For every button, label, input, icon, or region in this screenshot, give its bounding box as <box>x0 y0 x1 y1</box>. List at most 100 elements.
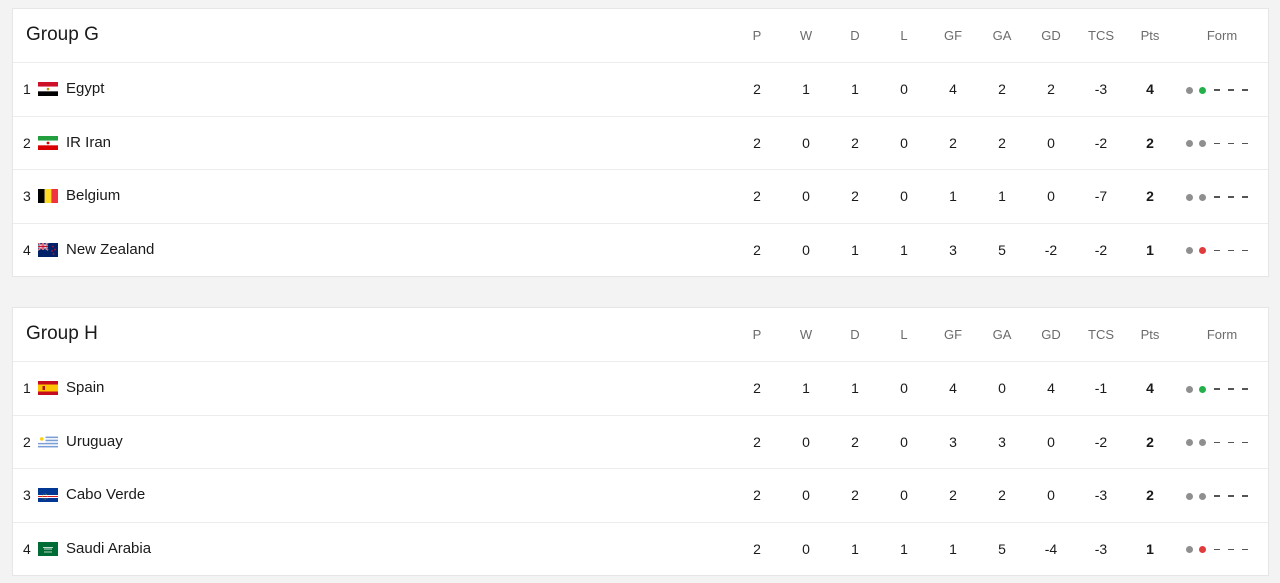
position-number: 1 <box>23 81 31 97</box>
saudi-arabia-flag-icon <box>38 541 58 556</box>
stat-d: 1 <box>851 81 859 97</box>
table-row[interactable]: 1 Egypt 2 1 1 0 4 2 2 -3 4 <box>13 63 1268 117</box>
table-row[interactable]: 2 Uruguay 2 0 2 0 3 3 0 -2 2 <box>13 416 1268 469</box>
table-row[interactable]: 2 IR Iran 2 0 2 0 2 2 0 -2 2 <box>13 117 1268 170</box>
stat-d: 1 <box>851 540 859 557</box>
form-indicator <box>1186 436 1248 450</box>
stat-p: 2 <box>753 433 761 450</box>
table-row[interactable]: 1 Spain 2 1 1 0 4 0 4 -1 4 <box>13 362 1268 416</box>
form-empty-dash <box>1228 495 1234 497</box>
stat-tcs: -7 <box>1094 188 1108 204</box>
form-loss-dot <box>1199 546 1206 553</box>
stat-pts: 2 <box>1146 134 1154 151</box>
column-header-form: Form <box>1206 28 1238 43</box>
stat-d: 2 <box>851 134 859 151</box>
stat-l: 1 <box>900 540 908 557</box>
iran-flag-icon <box>38 135 58 150</box>
form-empty-dash <box>1242 142 1248 145</box>
spain-flag-icon <box>38 381 58 395</box>
position-number: 2 <box>23 433 31 450</box>
stat-l: 0 <box>900 433 908 450</box>
form-empty-dash <box>1228 142 1234 145</box>
stat-d: 2 <box>851 487 859 503</box>
stat-ga: 1 <box>998 188 1006 204</box>
stat-gd: 2 <box>1047 81 1055 97</box>
stat-gd: -4 <box>1044 540 1058 557</box>
stat-l: 0 <box>900 487 908 503</box>
stat-p: 2 <box>753 188 761 204</box>
form-draw-dot <box>1186 86 1193 94</box>
position-number: 2 <box>23 134 31 151</box>
stat-p: 2 <box>753 380 761 396</box>
form-indicator <box>1186 543 1248 557</box>
table-row[interactable]: 4 New Zealand 2 0 1 1 3 5 -2 -2 1 <box>13 224 1268 278</box>
group-title: Group H <box>26 323 98 344</box>
stat-w: 0 <box>802 241 810 258</box>
column-header-pts: Pts <box>1140 327 1160 342</box>
column-header-w: W <box>799 327 813 342</box>
team-name[interactable]: Uruguay <box>66 433 123 450</box>
stat-w: 0 <box>802 134 810 151</box>
form-empty-dash <box>1242 249 1248 252</box>
stat-tcs: -2 <box>1094 134 1108 151</box>
form-indicator <box>1186 489 1248 503</box>
stat-p: 2 <box>753 241 761 258</box>
stat-d: 2 <box>851 433 859 450</box>
stat-l: 0 <box>900 81 908 97</box>
team-name[interactable]: IR Iran <box>66 134 111 151</box>
column-header-tcs: TCS <box>1088 28 1114 43</box>
stat-d: 1 <box>851 241 859 258</box>
form-empty-dash <box>1242 495 1248 497</box>
stat-p: 2 <box>753 81 761 97</box>
stat-w: 1 <box>802 380 810 396</box>
position-number: 4 <box>23 540 31 557</box>
stat-tcs: -3 <box>1094 487 1108 503</box>
column-header-p: P <box>752 28 762 43</box>
stat-l: 0 <box>900 188 908 204</box>
form-win-dot <box>1199 385 1206 393</box>
stat-pts: 2 <box>1146 487 1154 503</box>
stat-w: 0 <box>802 433 810 450</box>
form-empty-dash <box>1242 548 1248 551</box>
form-draw-dot <box>1186 140 1193 147</box>
column-header-form: Form <box>1206 327 1238 342</box>
team-name[interactable]: Spain <box>66 379 104 396</box>
form-indicator <box>1186 83 1248 97</box>
team-name[interactable]: Belgium <box>66 187 120 204</box>
column-header-d: D <box>850 28 860 43</box>
new-zealand-flag-icon <box>38 242 58 257</box>
team-name[interactable]: Egypt <box>66 80 104 97</box>
table-row[interactable]: 3 Belgium 2 0 2 0 1 1 0 -7 2 <box>13 170 1268 224</box>
form-draw-dot <box>1199 140 1206 147</box>
egypt-flag-icon <box>38 82 58 96</box>
column-header-gd: GD <box>1041 327 1061 342</box>
stat-gf: 3 <box>949 241 957 258</box>
team-name[interactable]: Cabo Verde <box>66 486 145 503</box>
table-row[interactable]: 4 Saudi Arabia 2 0 1 1 1 5 -4 -3 1 <box>13 523 1268 577</box>
stat-gf: 2 <box>949 134 957 151</box>
column-header-w: W <box>799 28 813 43</box>
stat-ga: 2 <box>998 134 1006 151</box>
stat-gf: 2 <box>949 487 957 503</box>
team-name[interactable]: New Zealand <box>66 241 154 258</box>
form-draw-dot <box>1186 546 1193 553</box>
uruguay-flag-icon <box>38 434 58 449</box>
cabo-verde-flag-icon <box>38 488 58 502</box>
stat-gf: 1 <box>949 540 957 557</box>
stat-pts: 1 <box>1146 540 1154 557</box>
form-empty-dash <box>1214 142 1220 145</box>
stat-gf: 4 <box>949 81 957 97</box>
form-draw-dot <box>1186 193 1193 201</box>
stat-tcs: -2 <box>1094 241 1108 258</box>
stat-w: 0 <box>802 540 810 557</box>
position-number: 3 <box>23 487 31 503</box>
table-row[interactable]: 3 Cabo Verde 2 0 2 0 2 2 0 -3 2 <box>13 469 1268 523</box>
form-empty-dash <box>1214 548 1220 551</box>
form-draw-dot <box>1199 492 1206 500</box>
team-name[interactable]: Saudi Arabia <box>66 540 151 557</box>
form-empty-dash <box>1214 196 1220 198</box>
stat-gf: 1 <box>949 188 957 204</box>
table-header: Group G P W D L GF GA GD TCS Pts Form <box>13 9 1268 63</box>
form-empty-dash <box>1242 196 1248 198</box>
stat-gd: 4 <box>1047 380 1055 396</box>
